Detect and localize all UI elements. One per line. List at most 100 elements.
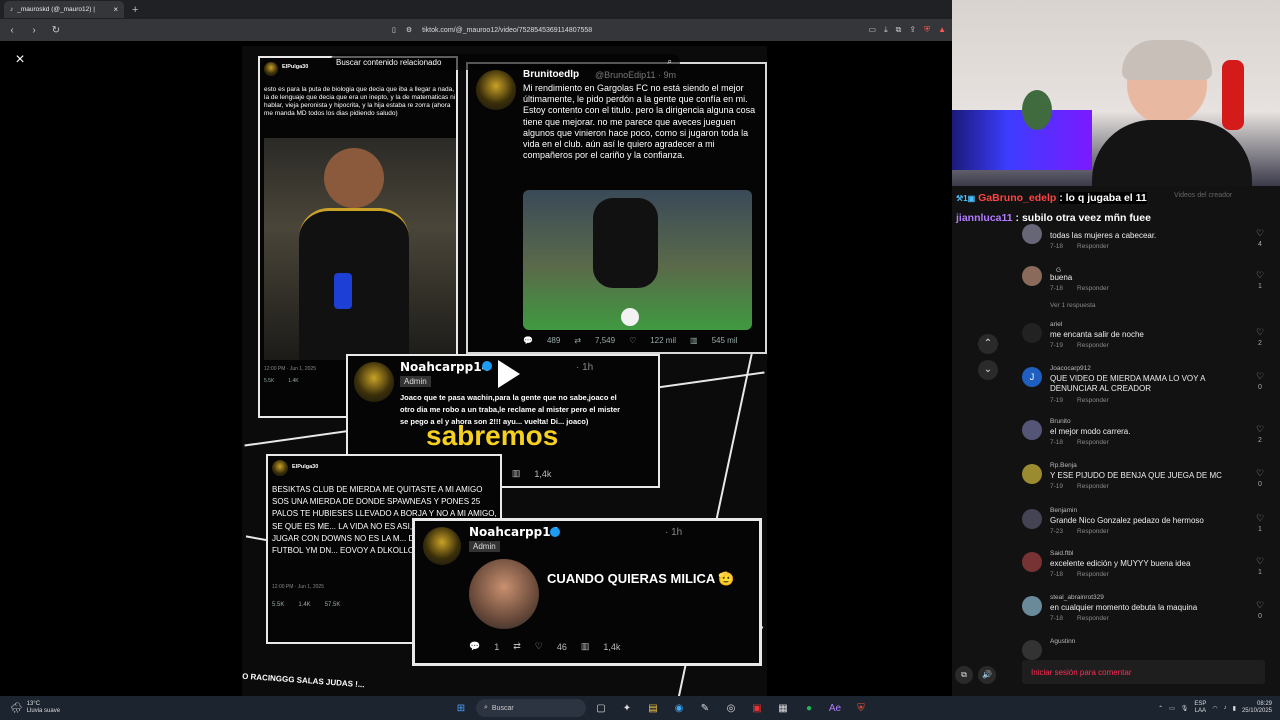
share-icon[interactable]: ⇪	[909, 25, 916, 35]
comment-like[interactable]: ♡ 1	[1253, 513, 1267, 535]
reply-button[interactable]: Responder	[1077, 528, 1109, 535]
video-frame[interactable]: ElPulga30 esto es para la puta de biolog…	[242, 46, 767, 696]
retweet-icon[interactable]: ⇄	[513, 641, 521, 652]
avatar[interactable]	[1022, 596, 1042, 616]
close-viewer-button[interactable]: ×	[10, 50, 30, 70]
heart-icon[interactable]: ♡	[1253, 424, 1267, 435]
comment-like[interactable]: ♡ 0	[1253, 371, 1267, 393]
site-info-icon[interactable]: ⚙	[406, 26, 412, 34]
reply-button[interactable]: Responder	[1077, 439, 1109, 446]
copilot-icon[interactable]: ✦	[616, 703, 638, 714]
avatar[interactable]	[1022, 464, 1042, 484]
avatar[interactable]	[1022, 266, 1042, 286]
reply-icon[interactable]: 💬	[523, 336, 533, 345]
comment-like[interactable]: ♡ 2	[1253, 327, 1267, 349]
extensions-icon[interactable]: ⧉	[896, 25, 902, 35]
reply-button[interactable]: Responder	[1077, 483, 1109, 490]
search-icon[interactable]: ⌕	[668, 57, 672, 67]
comment-like[interactable]: ♡ 0	[1253, 600, 1267, 622]
weather-widget[interactable]: 🌧 13°C Lluvia suave	[0, 701, 90, 715]
brave-shield-icon[interactable]: ⛨	[924, 25, 930, 35]
app-icon[interactable]: ▦	[772, 703, 794, 714]
tab-close-button[interactable]: ×	[113, 5, 118, 14]
heart-icon[interactable]: ♡	[1253, 327, 1267, 338]
comment-like[interactable]: ♡ 1	[1253, 270, 1267, 292]
spotify-icon[interactable]: ●	[798, 703, 820, 714]
clock-time[interactable]: 08:29	[1242, 701, 1272, 708]
volume-icon[interactable]: 🔊	[978, 666, 996, 684]
avatar[interactable]	[1022, 420, 1042, 440]
battery-icon[interactable]: ▮	[1233, 705, 1236, 712]
task-view-icon[interactable]: ▢	[590, 703, 612, 714]
avatar[interactable]: J	[1022, 367, 1042, 387]
browser-tab[interactable]: ♪ _mauroskd (@_mauro12) | ×	[4, 1, 124, 18]
like-icon[interactable]: ♡	[535, 641, 543, 652]
back-icon[interactable]: ‹	[6, 25, 18, 36]
reply-button[interactable]: Responder	[1077, 397, 1109, 404]
related-search-bar[interactable]: Buscar contenido relacionado ⌕	[330, 54, 680, 70]
app-icon[interactable]: ◎	[720, 703, 742, 714]
comment-username[interactable]: Said.ftbl	[1050, 550, 1074, 557]
taskbar-search[interactable]: ⌕ Buscar	[476, 699, 586, 717]
mic-icon[interactable]: 🎙	[1181, 705, 1189, 712]
comment-username[interactable]: steal_abrainrot329	[1050, 594, 1104, 601]
comment-username[interactable]: Brunito	[1050, 418, 1071, 425]
login-to-comment-button[interactable]: Iniciar sesión para comentar	[1022, 660, 1265, 684]
tray-chevron-icon[interactable]: ⌃	[1158, 705, 1163, 712]
heart-icon[interactable]: ♡	[1253, 371, 1267, 382]
pip-icon[interactable]: ⧉	[955, 666, 973, 684]
avatar[interactable]	[1022, 323, 1042, 343]
forward-icon[interactable]: ›	[28, 25, 40, 36]
like-icon[interactable]: ♡	[629, 336, 636, 345]
wifi-icon[interactable]: ◠	[1212, 705, 1217, 712]
heart-icon[interactable]: ♡	[1253, 468, 1267, 479]
creator-videos-tab[interactable]: Videos del creador	[1174, 192, 1232, 199]
reply-button[interactable]: Responder	[1077, 571, 1109, 578]
reply-button[interactable]: Responder	[1077, 285, 1109, 292]
reply-icon[interactable]: 💬	[469, 641, 480, 652]
reply-button[interactable]: Responder	[1077, 243, 1109, 250]
comment-like[interactable]: ♡ 4	[1253, 228, 1267, 250]
brave-icon[interactable]: ⛨	[850, 703, 872, 714]
new-tab-button[interactable]: +	[132, 4, 138, 16]
app-icon[interactable]: ▣	[746, 703, 768, 714]
after-effects-icon[interactable]: Ae	[824, 703, 846, 714]
download-icon[interactable]: ⤓	[884, 25, 888, 35]
heart-icon[interactable]: ♡	[1253, 556, 1267, 567]
windows-start-icon[interactable]: ⊞	[450, 703, 472, 714]
network-icon[interactable]: ▭	[1169, 705, 1175, 712]
next-video-button[interactable]: ⌄	[978, 360, 998, 380]
comment-like[interactable]: ♡ 0	[1253, 468, 1267, 490]
retweet-icon[interactable]: ⇄	[574, 336, 581, 345]
previous-video-button[interactable]: ⌃	[978, 334, 998, 354]
comment-username[interactable]: ariel	[1050, 321, 1062, 328]
reload-icon[interactable]: ↻	[50, 25, 62, 36]
view-replies-button[interactable]: Ver 1 respuesta	[1050, 302, 1096, 309]
heart-icon[interactable]: ♡	[1253, 270, 1267, 281]
comment-username[interactable]: Agustinn	[1050, 638, 1075, 645]
avatar[interactable]	[1022, 509, 1042, 529]
keyboard-layout[interactable]: ESP	[1194, 701, 1206, 708]
comment-username[interactable]: Joacocarp912	[1050, 365, 1091, 372]
avatar[interactable]	[1022, 640, 1042, 660]
heart-icon[interactable]: ♡	[1253, 228, 1267, 239]
avatar[interactable]	[1022, 224, 1042, 244]
reply-button[interactable]: Responder	[1077, 342, 1109, 349]
speaker-icon[interactable]: ♪	[1224, 705, 1227, 711]
url-field[interactable]: tiktok.com/@_mauroo12/video/752854536911…	[422, 27, 592, 34]
avatar[interactable]	[1022, 552, 1042, 572]
file-explorer-icon[interactable]: ▤	[642, 703, 664, 714]
brave-rewards-icon[interactable]: ▲	[938, 25, 946, 35]
edge-icon[interactable]: ◉	[668, 703, 690, 714]
comment-like[interactable]: ♡ 2	[1253, 424, 1267, 446]
pen-icon[interactable]: ✎	[694, 703, 716, 714]
play-icon[interactable]	[498, 360, 520, 388]
cast-icon[interactable]: ▭	[869, 25, 877, 35]
heart-icon[interactable]: ♡	[1253, 600, 1267, 611]
reply-button[interactable]: Responder	[1077, 615, 1109, 622]
heart-icon[interactable]: ♡	[1253, 513, 1267, 524]
bookmark-icon[interactable]: ▯	[392, 26, 396, 34]
comment-username[interactable]: Benjamin	[1050, 507, 1077, 514]
comment-username[interactable]: Rp.Benja	[1050, 462, 1077, 469]
comment-like[interactable]: ♡ 1	[1253, 556, 1267, 578]
